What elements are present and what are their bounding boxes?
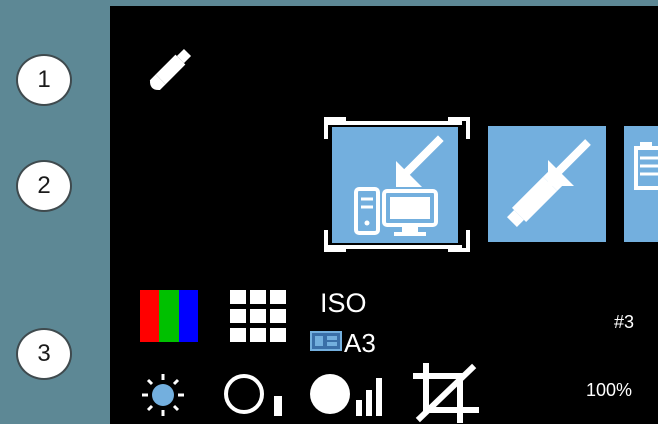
- usb-stick-icon[interactable]: [136, 42, 198, 104]
- paper-size-icon: [310, 331, 342, 351]
- zoom-level: 100%: [586, 380, 633, 400]
- crop-icon[interactable]: [412, 362, 482, 424]
- brightness-icon[interactable]: [140, 372, 186, 418]
- device-screen: ISO A3 #3 100%: [110, 6, 658, 424]
- density-icon[interactable]: [306, 368, 390, 420]
- selection-frame-bottom: [328, 245, 462, 249]
- callout-3: 3: [16, 328, 72, 380]
- color-rgb-icon[interactable]: [140, 290, 198, 342]
- import-to-usb-tile[interactable]: [488, 126, 606, 242]
- paper-standard-label: ISO: [320, 288, 367, 318]
- callout-2: 2: [16, 160, 72, 212]
- copies-count: #3: [614, 312, 635, 332]
- contrast-icon[interactable]: [222, 370, 288, 420]
- selection-frame-top: [328, 121, 462, 125]
- import-document-icon: [634, 142, 658, 190]
- paper-size-label[interactable]: A3: [344, 328, 376, 359]
- callout-1: 1: [16, 54, 72, 106]
- import-to-pc-icon: [354, 135, 444, 236]
- import-to-usb-icon: [507, 139, 591, 227]
- import-to-pc-tile[interactable]: [332, 127, 458, 243]
- import-document-tile[interactable]: [624, 126, 658, 242]
- grid-layout-icon[interactable]: [230, 290, 286, 342]
